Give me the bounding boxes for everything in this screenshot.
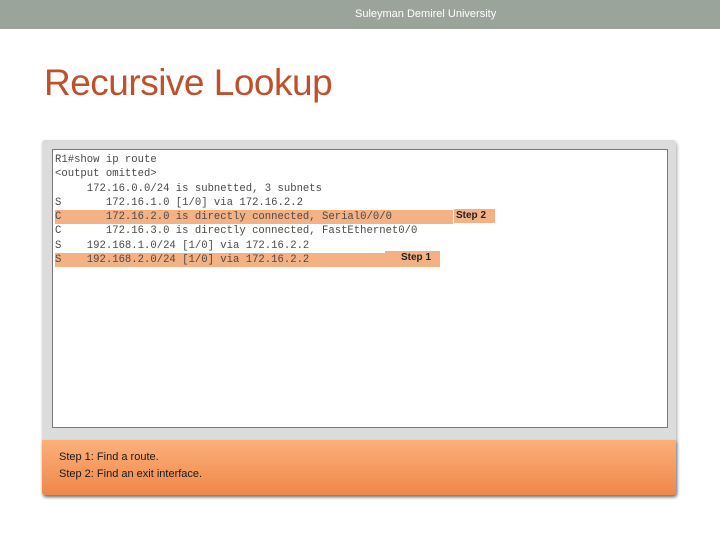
step1-label: Step 1	[385, 251, 440, 265]
terminal-line-subnetted: 172.16.0.0/24 is subnetted, 3 subnets	[55, 182, 323, 195]
step2-label: Step 2	[454, 209, 495, 223]
notes-panel: Step 1: Find a route. Step 2: Find an ex…	[42, 440, 676, 495]
top-bar: Suleyman Demirel University	[0, 0, 720, 29]
route-entry: C 172.16.3.0 is directly connected, Fast…	[55, 225, 418, 238]
note-step2: Step 2: Find an exit interface.	[59, 468, 203, 480]
router-terminal-output: R1#show ip route <output omitted> 172.16…	[52, 149, 668, 428]
terminal-line-command: R1#show ip route	[55, 154, 157, 166]
route-entry: S 172.16.1.0 [1/0] via 172.16.2.2	[55, 196, 303, 209]
terminal-line-omitted: <output omitted>	[55, 168, 157, 181]
route-entry-highlighted-step1: S 192.168.2.0/24 [1/0] via 172.16.2.2	[55, 253, 440, 268]
route-entry-highlighted-step2: C 172.16.2.0 is directly connected, Seri…	[55, 210, 453, 225]
slide-title: Recursive Lookup	[44, 62, 333, 103]
university-name: Suleyman Demirel University	[355, 8, 497, 20]
note-step1: Step 1: Find a route.	[59, 451, 159, 463]
